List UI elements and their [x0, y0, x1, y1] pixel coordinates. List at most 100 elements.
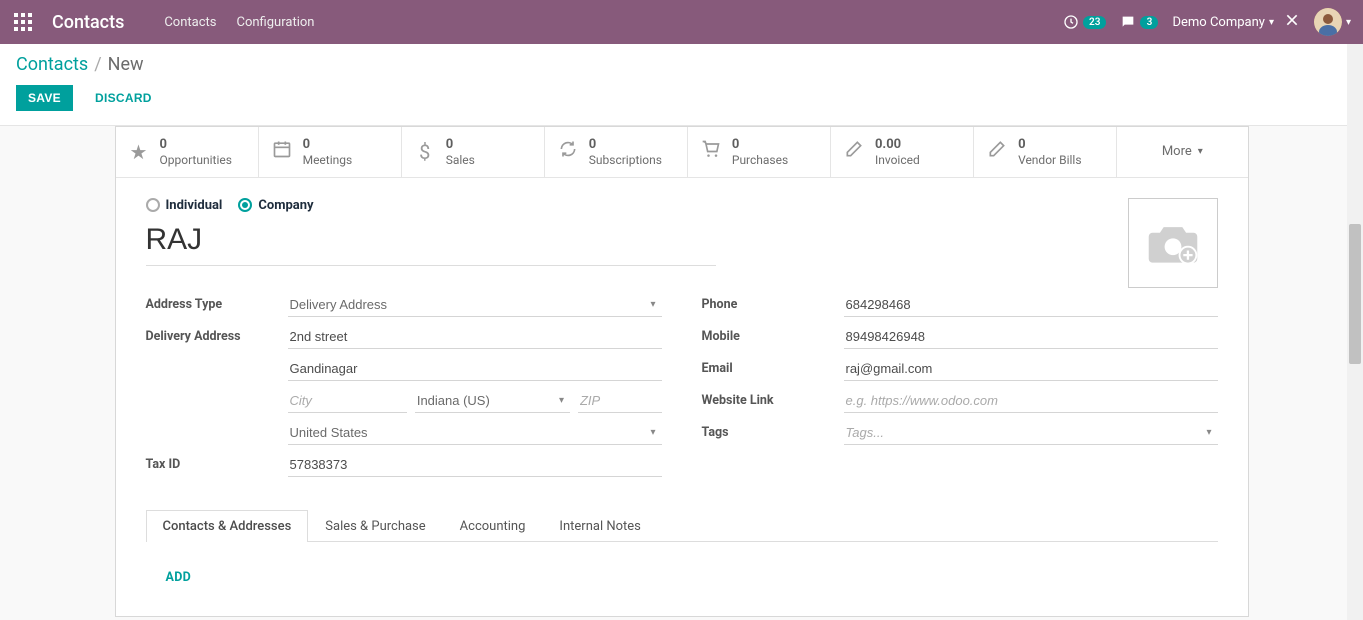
label-phone: Phone — [702, 297, 844, 312]
label-website: Website Link — [702, 393, 844, 408]
left-column: Address Type Delivery Address — [146, 290, 662, 482]
save-button[interactable]: SAVE — [16, 85, 73, 111]
control-panel: Contacts / New SAVE DISCARD — [0, 44, 1363, 126]
image-upload[interactable] — [1128, 198, 1218, 288]
phone-input[interactable] — [844, 293, 1218, 317]
calendar-icon — [271, 139, 293, 164]
message-count-badge: 3 — [1140, 16, 1158, 29]
stat-sales[interactable]: $ 0 Sales — [402, 127, 545, 177]
tab-accounting[interactable]: Accounting — [443, 510, 543, 542]
stat-subscriptions[interactable]: 0 Subscriptions — [545, 127, 688, 177]
pencil-icon — [986, 139, 1008, 164]
camera-icon — [1145, 217, 1201, 269]
mobile-input[interactable] — [844, 325, 1218, 349]
stat-purchases[interactable]: 0 Purchases — [688, 127, 831, 177]
tax-id-input[interactable] — [288, 453, 662, 477]
form-columns: Address Type Delivery Address — [146, 290, 1218, 482]
state-select[interactable] — [415, 389, 570, 413]
label-delivery-address: Delivery Address — [146, 329, 288, 344]
refresh-icon — [557, 139, 579, 164]
user-menu-caret-icon[interactable]: ▾ — [1346, 17, 1351, 28]
radio-checked-icon — [238, 198, 252, 212]
stat-label: Subscriptions — [589, 153, 662, 167]
radio-label: Individual — [166, 198, 223, 213]
stat-label: Sales — [446, 153, 475, 167]
label-email: Email — [702, 361, 844, 376]
user-avatar[interactable] — [1314, 8, 1342, 36]
stat-invoiced[interactable]: 0.00 Invoiced — [831, 127, 974, 177]
address-type-select[interactable] — [288, 293, 662, 317]
stat-meetings[interactable]: 0 Meetings — [259, 127, 402, 177]
stat-label: Opportunities — [160, 153, 232, 167]
label-tags: Tags — [702, 425, 844, 440]
systray-messages[interactable]: 3 — [1120, 14, 1158, 30]
caret-down-icon: ▾ — [1198, 146, 1203, 157]
caret-down-icon: ▾ — [1269, 17, 1274, 28]
zip-input[interactable] — [578, 389, 662, 413]
stat-value: 0 — [303, 137, 353, 153]
radio-individual[interactable]: Individual — [146, 198, 223, 213]
label-address-type: Address Type — [146, 297, 288, 312]
systray-activities[interactable]: 23 — [1063, 14, 1106, 30]
radio-icon — [146, 198, 160, 212]
sheet-body: Individual Company — [116, 178, 1248, 617]
star-icon: ★ — [128, 140, 150, 164]
sheet-wrapper: ★ 0 Opportunities 0 Meetings $ 0 Sales — [0, 126, 1363, 617]
tab-contacts-addresses[interactable]: Contacts & Addresses — [146, 510, 309, 542]
form-tabs: Contacts & Addresses Sales & Purchase Ac… — [146, 510, 1218, 542]
more-label: More — [1162, 144, 1192, 159]
scrollbar[interactable] — [1347, 44, 1363, 620]
stat-label: Purchases — [732, 153, 788, 167]
email-input[interactable] — [844, 357, 1218, 381]
breadcrumb: Contacts / New — [16, 54, 1347, 75]
tab-content: ADD — [146, 542, 1218, 613]
tab-sales-purchase[interactable]: Sales & Purchase — [308, 510, 442, 542]
stat-value: 0 — [446, 137, 475, 153]
street2-input[interactable] — [288, 357, 662, 381]
name-input[interactable] — [146, 219, 716, 266]
radio-label: Company — [258, 198, 313, 213]
nav-link-contacts[interactable]: Contacts — [164, 15, 216, 30]
add-contact-button[interactable]: ADD — [156, 562, 1208, 593]
breadcrumb-current: New — [108, 54, 144, 75]
stat-label: Meetings — [303, 153, 353, 167]
stat-value: 0 — [589, 137, 662, 153]
breadcrumb-parent[interactable]: Contacts — [16, 54, 88, 75]
stat-opportunities[interactable]: ★ 0 Opportunities — [116, 127, 259, 177]
company-switcher[interactable]: Demo Company ▾ — [1172, 15, 1273, 30]
city-input[interactable] — [288, 389, 407, 413]
debug-close-icon[interactable] — [1284, 12, 1300, 32]
radio-company[interactable]: Company — [238, 198, 313, 213]
pencil-icon — [843, 139, 865, 164]
country-select[interactable] — [288, 421, 662, 445]
scrollbar-thumb[interactable] — [1349, 224, 1361, 364]
stat-vendor-bills[interactable]: 0 Vendor Bills — [974, 127, 1117, 177]
stat-label: Vendor Bills — [1018, 153, 1081, 167]
tab-internal-notes[interactable]: Internal Notes — [542, 510, 657, 542]
website-input[interactable] — [844, 389, 1218, 413]
dollar-icon: $ — [414, 140, 436, 164]
street-input[interactable] — [288, 325, 662, 349]
company-name-label: Demo Company — [1172, 15, 1264, 30]
apps-menu-icon[interactable] — [12, 11, 34, 33]
company-type-radio: Individual Company — [146, 198, 1218, 213]
stat-button-box: ★ 0 Opportunities 0 Meetings $ 0 Sales — [116, 127, 1248, 178]
stat-label: Invoiced — [875, 153, 920, 167]
cart-icon — [700, 139, 722, 164]
stat-value: 0.00 — [875, 137, 920, 153]
breadcrumb-separator: / — [94, 54, 101, 75]
right-column: Phone Mobile Email Website Link — [702, 290, 1218, 482]
stat-value: 0 — [1018, 137, 1081, 153]
discard-button[interactable]: DISCARD — [83, 85, 164, 111]
label-tax-id: Tax ID — [146, 457, 288, 472]
nav-link-configuration[interactable]: Configuration — [237, 15, 315, 30]
stat-value: 0 — [732, 137, 788, 153]
stat-value: 0 — [160, 137, 232, 153]
stat-more[interactable]: More ▾ — [1117, 127, 1247, 177]
button-row: SAVE DISCARD — [16, 85, 1347, 111]
activity-count-badge: 23 — [1083, 16, 1106, 29]
app-brand[interactable]: Contacts — [52, 12, 124, 33]
tags-input[interactable] — [844, 421, 1218, 445]
label-mobile: Mobile — [702, 329, 844, 344]
main-navbar: Contacts Contacts Configuration 23 3 Dem… — [0, 0, 1363, 44]
